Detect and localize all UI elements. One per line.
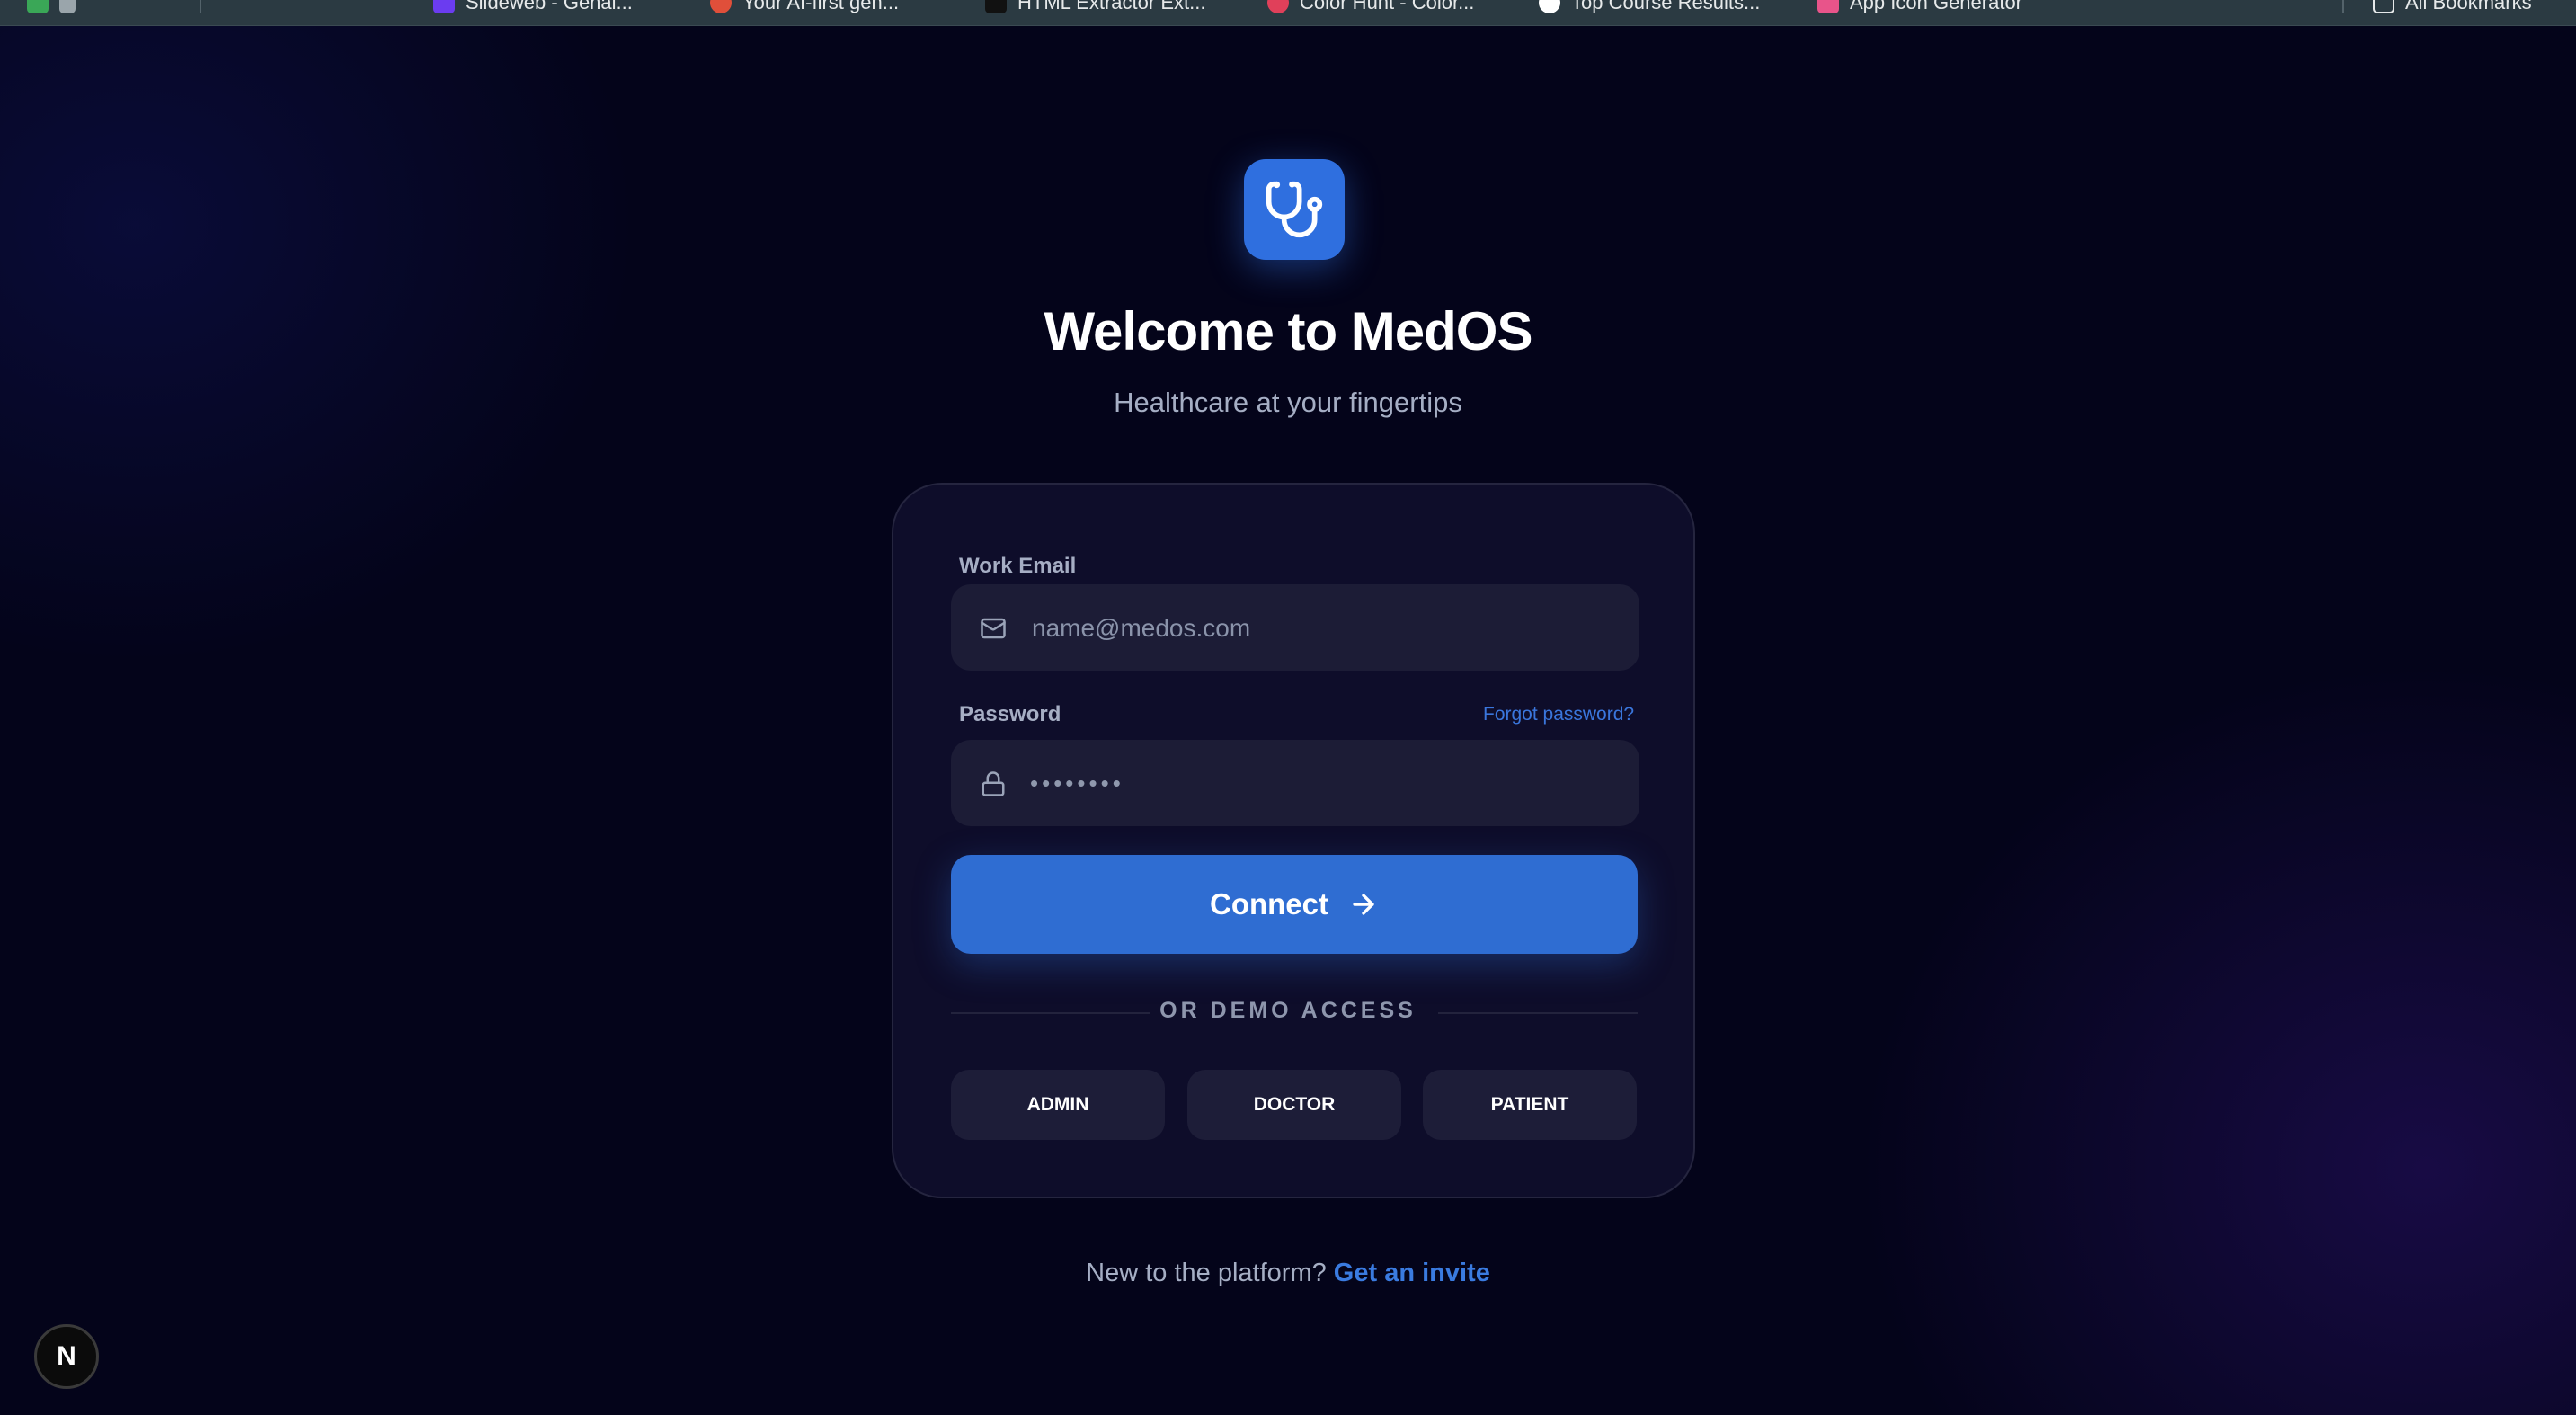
email-field-container[interactable] — [951, 584, 1639, 672]
bookmark-4[interactable]: Color Hunt - Color... — [1267, 0, 1474, 14]
bookmark-label: Slideweb - Genai... — [466, 0, 633, 13]
signup-prompt: New to the platform? Get an invite — [0, 1259, 2576, 1288]
password-field[interactable]: •••••••• — [951, 740, 1639, 826]
signup-text: New to the platform? — [1086, 1259, 1327, 1287]
connect-button[interactable]: Connect — [951, 855, 1638, 954]
bookmark-2[interactable]: Your AI-first gen... — [710, 0, 899, 14]
arrow-right-icon — [1353, 894, 1374, 915]
bookmark-favicon-icon — [710, 0, 732, 13]
password-value: •••••••• — [1030, 769, 1124, 796]
apps-icon — [27, 0, 49, 13]
bookmarks-bar: Slideweb - Genai... Your AI-first gen...… — [0, 0, 2576, 26]
bookmark-3[interactable]: HTML Extractor Ext... — [985, 0, 1205, 14]
bookmark-favicon-icon — [433, 0, 455, 13]
bookmark-favicon-icon — [1267, 0, 1289, 13]
bookmark-label: HTML Extractor Ext... — [1017, 0, 1206, 13]
email-label: Work Email — [959, 554, 1077, 578]
email-field[interactable] — [1030, 584, 1618, 672]
password-label: Password — [959, 702, 1061, 726]
app-logo — [1244, 159, 1345, 260]
bookmark-label: Top Course Results... — [1571, 0, 1761, 13]
lock-icon — [982, 771, 1005, 796]
bookmark-6[interactable]: App Icon Generator — [1817, 0, 2022, 14]
bookmark-label: App Icon Generator — [1850, 0, 2023, 13]
page-subtitle: Healthcare at your fingertips — [1114, 387, 1462, 418]
page-title: Welcome to MedOS — [1044, 301, 1533, 361]
connect-label: Connect — [1210, 887, 1328, 921]
bookmark-label: Color Hunt - Color... — [1300, 0, 1475, 13]
all-bookmarks[interactable]: All Bookmarks — [2373, 0, 2532, 14]
forgot-password-link[interactable]: Forgot password? — [1483, 704, 1634, 725]
nextjs-dev-badge[interactable]: N — [34, 1324, 99, 1389]
grid-icon — [59, 0, 76, 13]
bookmark-favicon-icon — [985, 0, 1007, 13]
badge-letter: N — [57, 1341, 76, 1371]
bookmark-1[interactable]: Slideweb - Genai... — [433, 0, 633, 14]
mail-icon — [981, 618, 1006, 639]
bookmark-favicon-icon — [1817, 0, 1839, 13]
demo-doctor-button[interactable]: DOCTOR — [1187, 1070, 1401, 1140]
demo-access-divider: OR DEMO ACCESS — [1159, 998, 1417, 1023]
folder-icon — [2373, 0, 2394, 13]
bookmark-favicon-icon — [1539, 0, 1560, 13]
login-page: Slideweb - Genai... Your AI-first gen...… — [0, 0, 2576, 1415]
bookmark-5[interactable]: Top Course Results... — [1539, 0, 1760, 14]
bookmark-label: Your AI-first gen... — [742, 0, 900, 13]
demo-admin-button[interactable]: ADMIN — [951, 1070, 1165, 1140]
all-bookmarks-label: All Bookmarks — [2405, 0, 2532, 13]
demo-patient-button[interactable]: PATIENT — [1423, 1070, 1637, 1140]
get-invite-link[interactable]: Get an invite — [1334, 1259, 1490, 1287]
bookmark-apps[interactable] — [27, 0, 76, 14]
stethoscope-icon — [1266, 181, 1323, 238]
